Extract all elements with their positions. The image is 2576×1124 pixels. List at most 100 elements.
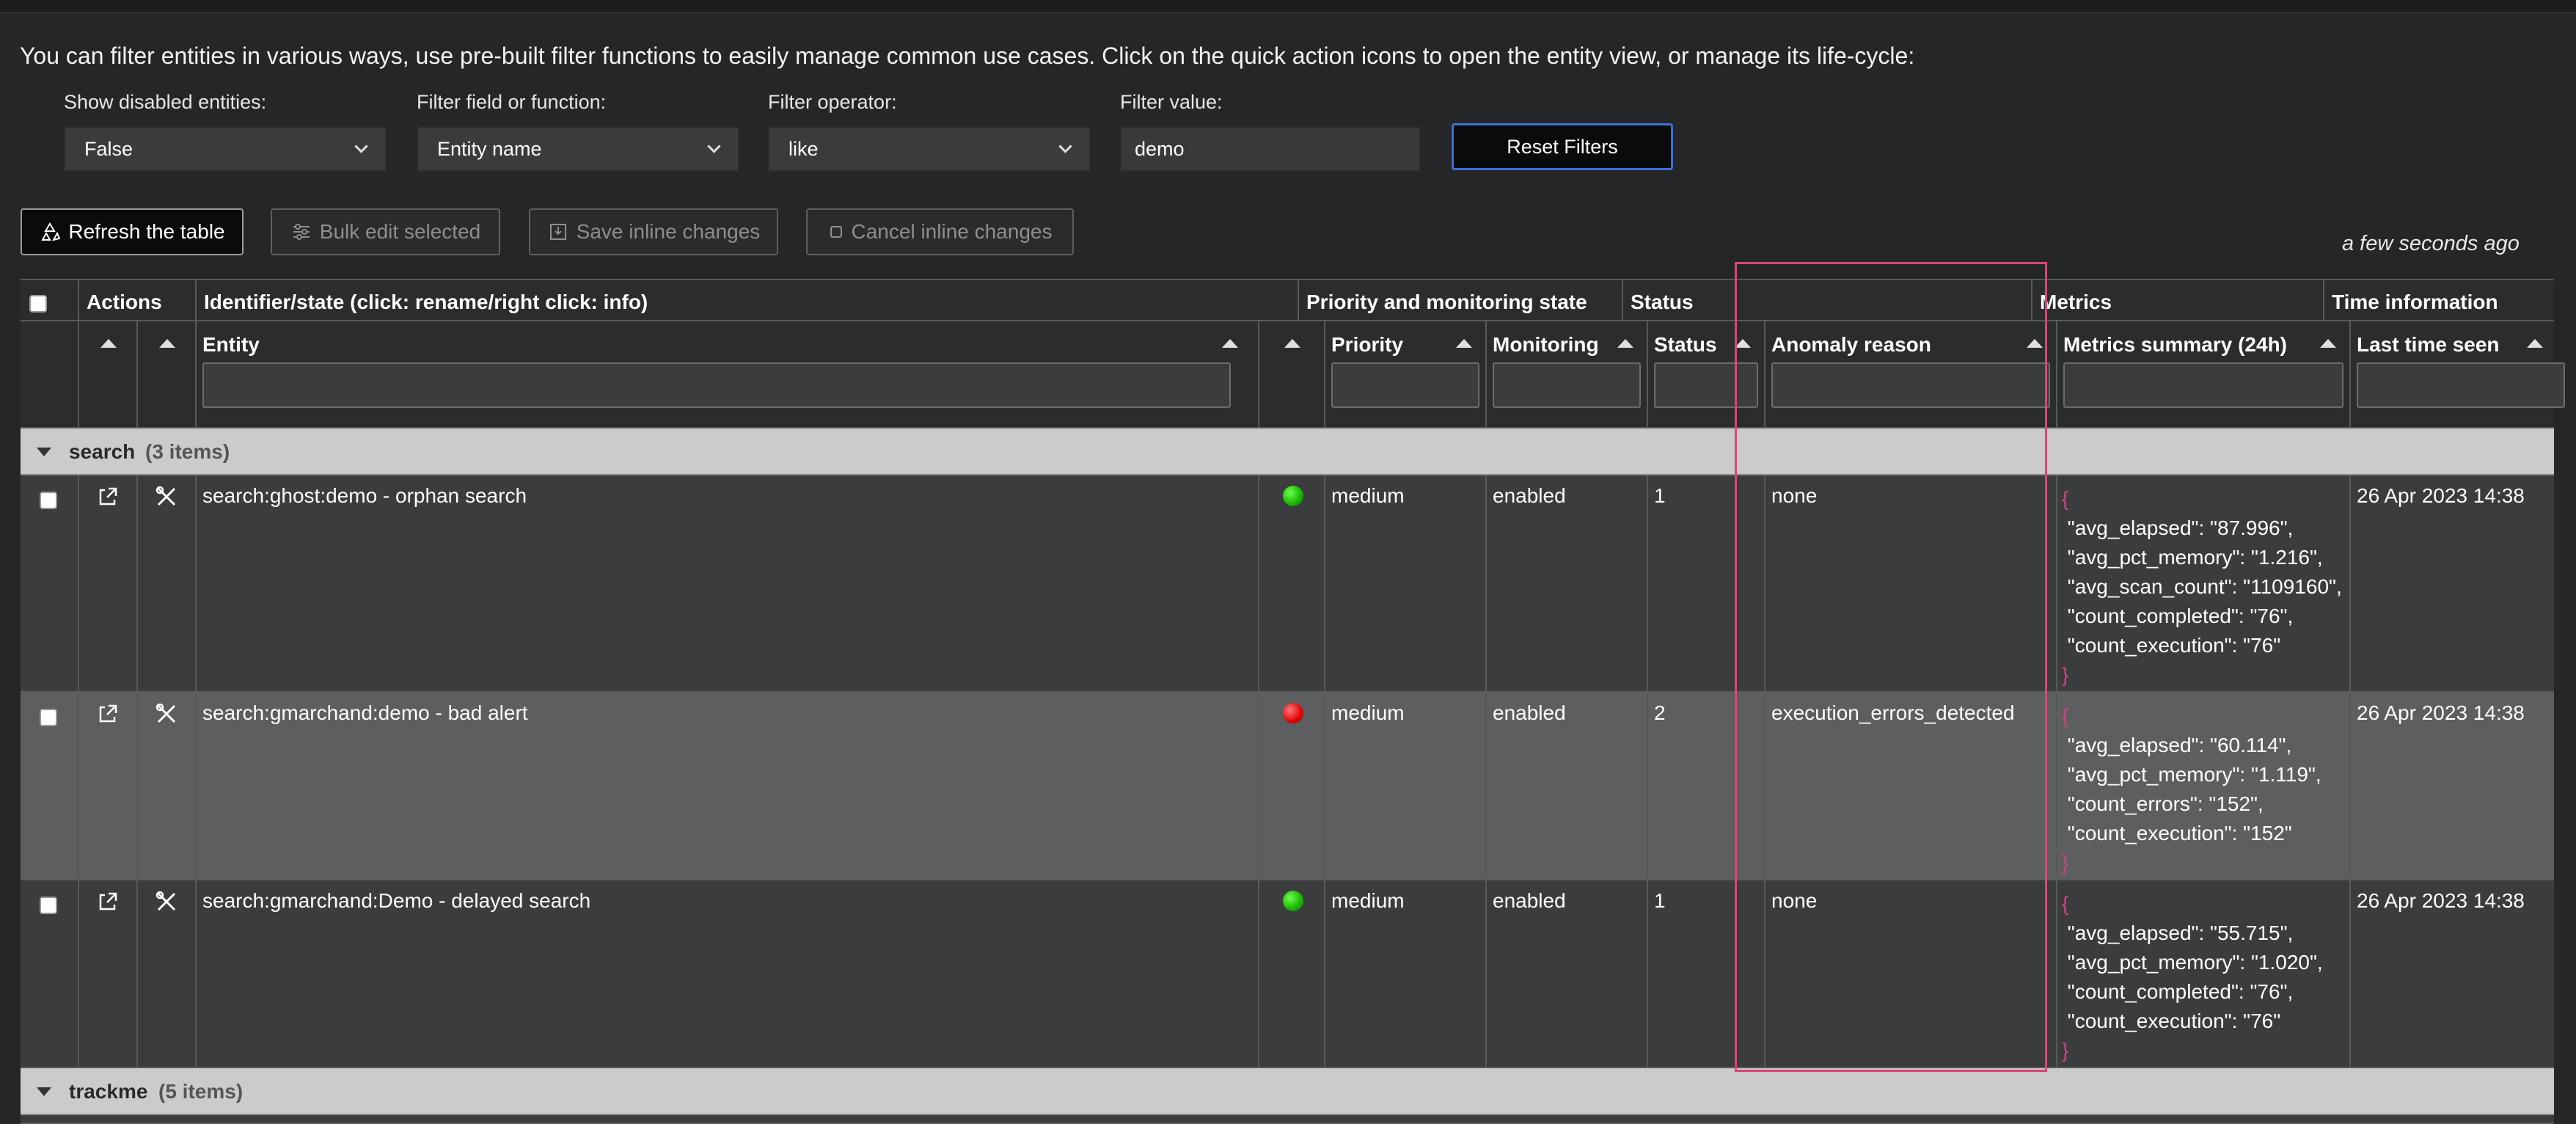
entity-name[interactable]: search:gmarchand:Demo - delayed search bbox=[202, 889, 590, 913]
header-column-row: Entity Priority Monitoring Status Anomal… bbox=[21, 321, 2565, 428]
reset-filters-button[interactable]: Reset Filters bbox=[1452, 123, 1673, 170]
group-header-trackme[interactable]: trackme (5 items) bbox=[21, 1068, 2554, 1115]
show-disabled-value: False bbox=[84, 137, 133, 160]
row-checkbox[interactable] bbox=[40, 709, 57, 726]
column-anomaly-reason[interactable]: Anomaly reason bbox=[1765, 321, 2057, 427]
column-monitoring[interactable]: Monitoring bbox=[1487, 321, 1648, 427]
column-status[interactable]: Status bbox=[1648, 321, 1765, 427]
priority-filter-input[interactable] bbox=[1331, 362, 1479, 408]
sort-up-icon[interactable] bbox=[159, 339, 175, 348]
column-last-seen[interactable]: Last time seen bbox=[2351, 321, 2565, 427]
show-disabled-label: Show disabled entities: bbox=[64, 91, 267, 113]
sort-up-icon[interactable] bbox=[2527, 339, 2543, 348]
header-metrics: Metrics bbox=[2032, 280, 2324, 320]
header-identifier: Identifier/state (click: rename/right cl… bbox=[197, 280, 1299, 320]
table-row[interactable]: search:gmarchand:demo - bad alert medium… bbox=[21, 693, 2554, 880]
cancel-inline-button[interactable]: Cancel inline changes bbox=[806, 208, 1074, 255]
show-disabled-select[interactable]: False bbox=[64, 126, 387, 172]
header-actions: Actions bbox=[79, 280, 197, 320]
header-group-row: Actions Identifier/state (click: rename/… bbox=[21, 279, 2554, 321]
collapse-triangle-icon[interactable] bbox=[37, 448, 51, 456]
monitoring-value: enabled bbox=[1493, 889, 1566, 912]
external-link-icon[interactable] bbox=[95, 484, 120, 509]
bulk-edit-label: Bulk edit selected bbox=[319, 220, 481, 243]
row-checkbox[interactable] bbox=[40, 492, 57, 509]
stop-icon bbox=[830, 226, 842, 238]
entity-filter-input[interactable] bbox=[202, 362, 1231, 408]
sort-up-icon[interactable] bbox=[100, 339, 117, 348]
sort-up-icon[interactable] bbox=[1735, 339, 1751, 348]
chevron-down-icon bbox=[354, 139, 368, 153]
sort-up-icon[interactable] bbox=[2027, 339, 2043, 348]
last-refresh-timestamp: a few seconds ago bbox=[2342, 232, 2520, 255]
filter-field-label: Filter field or function: bbox=[417, 91, 607, 113]
anomaly-value: none bbox=[1771, 889, 1818, 912]
sort-col-open[interactable] bbox=[79, 321, 138, 427]
filter-operator-value: like bbox=[788, 137, 819, 160]
header-status: Status bbox=[1623, 280, 2032, 320]
select-all-checkbox[interactable] bbox=[29, 295, 47, 313]
sort-up-icon[interactable] bbox=[1456, 339, 1472, 348]
tools-icon[interactable] bbox=[154, 484, 179, 509]
monitoring-filter-input[interactable] bbox=[1493, 362, 1641, 408]
recycle-icon bbox=[41, 222, 61, 241]
group-header-search[interactable]: search (3 items) bbox=[21, 428, 2554, 475]
column-priority[interactable]: Priority bbox=[1325, 321, 1487, 427]
filter-value-input[interactable]: demo bbox=[1120, 126, 1421, 172]
priority-value: medium bbox=[1331, 889, 1405, 912]
save-icon bbox=[549, 224, 566, 240]
save-inline-button[interactable]: Save inline changes bbox=[529, 208, 778, 255]
intro-text: You can filter entities in various ways,… bbox=[20, 43, 1915, 69]
anomaly-value: execution_errors_detected bbox=[1771, 701, 2015, 724]
table-row bbox=[21, 1115, 2554, 1124]
filter-field-value: Entity name bbox=[437, 137, 542, 160]
sort-up-icon[interactable] bbox=[1284, 339, 1300, 348]
entity-name[interactable]: search:ghost:demo - orphan search bbox=[202, 484, 527, 508]
chevron-down-icon bbox=[1058, 139, 1072, 153]
monitoring-value: enabled bbox=[1493, 701, 1566, 724]
collapse-triangle-icon[interactable] bbox=[37, 1087, 51, 1096]
sort-up-icon[interactable] bbox=[1222, 339, 1238, 348]
sort-col-manage[interactable] bbox=[138, 321, 197, 427]
entity-name[interactable]: search:gmarchand:demo - bad alert bbox=[202, 701, 528, 725]
status-value: 2 bbox=[1654, 701, 1666, 724]
row-checkbox[interactable] bbox=[40, 897, 57, 914]
priority-value: medium bbox=[1331, 701, 1405, 724]
sort-col-state[interactable] bbox=[1259, 321, 1325, 427]
filter-operator-select[interactable]: like bbox=[768, 126, 1091, 172]
metrics-summary: { "avg_elapsed": "87.996", "avg_pct_memo… bbox=[2062, 487, 2342, 686]
anomaly-value: none bbox=[1771, 484, 1818, 507]
group-count: (3 items) bbox=[145, 440, 230, 463]
refresh-table-label: Refresh the table bbox=[68, 220, 225, 243]
external-link-icon[interactable] bbox=[95, 701, 120, 726]
state-indicator-icon bbox=[1283, 703, 1303, 723]
header-time: Time information bbox=[2332, 291, 2498, 313]
sort-up-icon[interactable] bbox=[1617, 339, 1633, 348]
cancel-inline-label: Cancel inline changes bbox=[851, 220, 1053, 243]
column-metrics-summary[interactable]: Metrics summary (24h) bbox=[2057, 321, 2351, 427]
status-value: 1 bbox=[1654, 484, 1666, 507]
column-entity[interactable]: Entity bbox=[197, 321, 1259, 427]
last-seen-value: 26 Apr 2023 14:38 bbox=[2357, 889, 2525, 912]
table-row[interactable]: search:ghost:demo - orphan search medium… bbox=[21, 475, 2554, 693]
tools-icon[interactable] bbox=[154, 889, 179, 914]
status-filter-input[interactable] bbox=[1654, 362, 1758, 408]
last-seen-value: 26 Apr 2023 14:38 bbox=[2357, 701, 2525, 724]
state-indicator-icon bbox=[1283, 891, 1303, 911]
filter-value-text: demo bbox=[1135, 137, 1185, 160]
last-seen-filter-input[interactable] bbox=[2357, 362, 2565, 408]
metrics-filter-input[interactable] bbox=[2063, 362, 2343, 408]
status-value: 1 bbox=[1654, 889, 1666, 912]
priority-value: medium bbox=[1331, 484, 1405, 507]
sort-up-icon[interactable] bbox=[2320, 339, 2336, 348]
chevron-down-icon bbox=[707, 139, 721, 153]
filter-operator-label: Filter operator: bbox=[768, 91, 897, 113]
refresh-table-button[interactable]: Refresh the table bbox=[21, 208, 244, 255]
tools-icon[interactable] bbox=[154, 701, 179, 726]
filter-field-select[interactable]: Entity name bbox=[417, 126, 739, 172]
filter-value-label: Filter value: bbox=[1120, 91, 1223, 113]
table-row[interactable]: search:gmarchand:Demo - delayed search m… bbox=[21, 880, 2554, 1068]
external-link-icon[interactable] bbox=[95, 889, 120, 914]
bulk-edit-button[interactable]: Bulk edit selected bbox=[271, 208, 500, 255]
anomaly-filter-input[interactable] bbox=[1771, 362, 2050, 408]
